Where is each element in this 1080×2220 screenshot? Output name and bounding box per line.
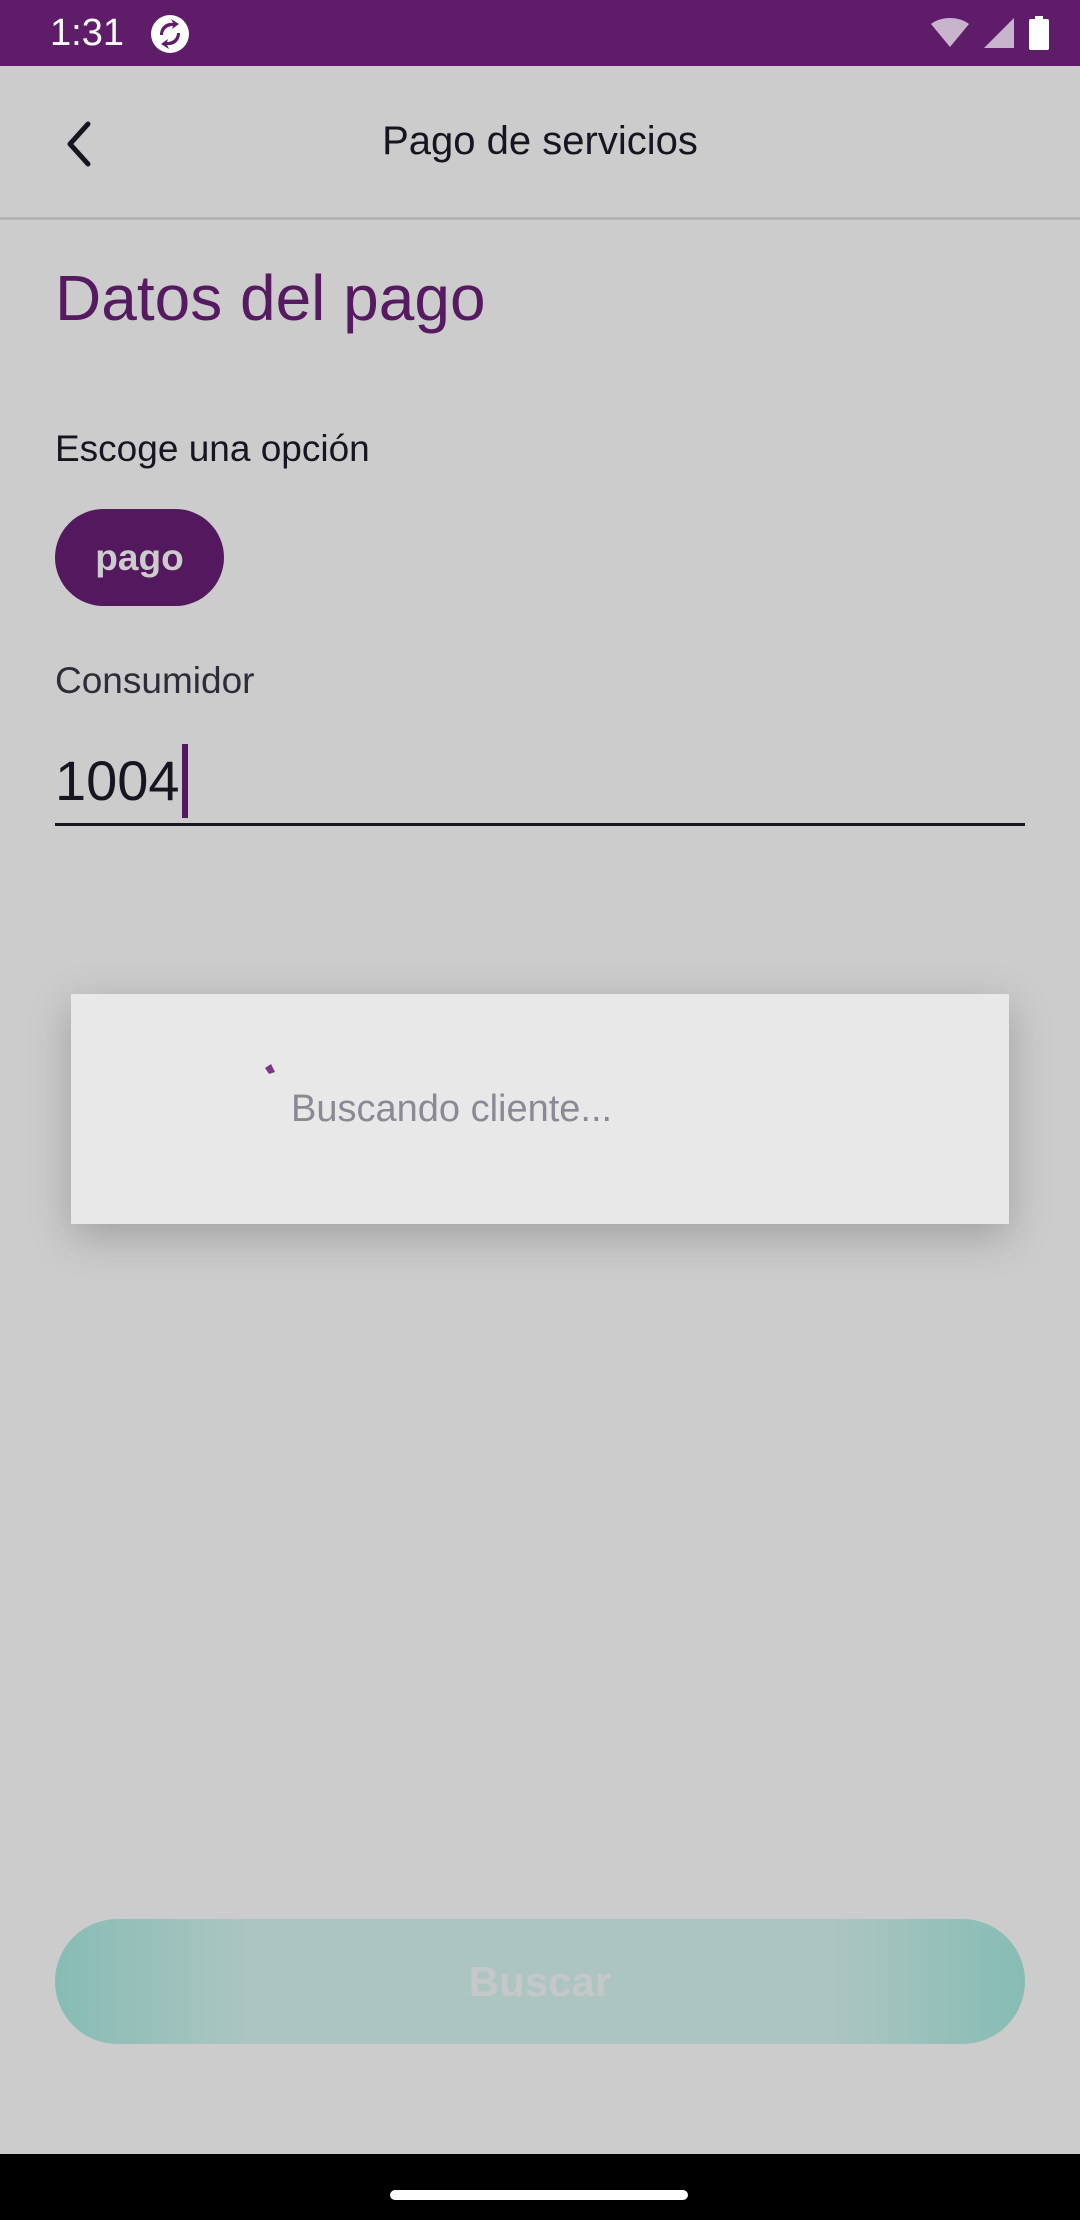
sync-icon — [151, 15, 189, 53]
dialog-message: Buscando cliente... — [291, 1088, 613, 1130]
wifi-icon — [931, 18, 969, 47]
battery-icon — [1029, 16, 1049, 50]
status-time: 1:31 — [50, 12, 124, 54]
navigation-bar — [0, 2154, 1080, 2220]
status-bar: 1:31 — [0, 0, 1080, 66]
status-icons — [930, 14, 1050, 52]
home-indicator[interactable] — [390, 2190, 688, 2200]
loading-dialog: Buscando cliente... — [71, 994, 1009, 1224]
signal-icon — [984, 18, 1014, 48]
